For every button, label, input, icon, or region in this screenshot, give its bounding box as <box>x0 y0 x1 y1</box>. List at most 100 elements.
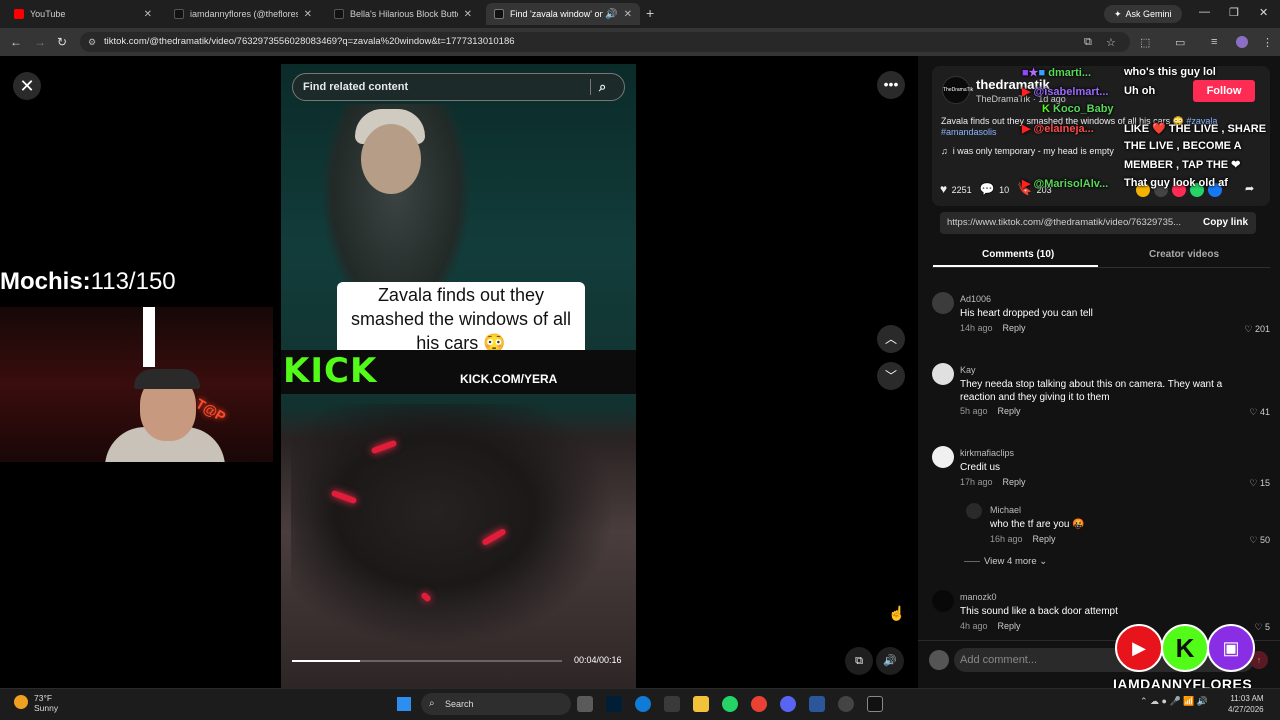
comment-username[interactable]: Ad1006 <box>960 294 991 304</box>
restore-icon[interactable]: ❐ <box>1229 6 1239 19</box>
taskbar-clock[interactable]: 11:03 AM 4/27/2026 <box>1228 693 1264 715</box>
music-title: i was only temporary - my head is empty <box>952 146 1114 156</box>
address-bar[interactable]: ⚙ tiktok.com/@thedramatik/video/76329735… <box>80 32 1130 52</box>
commenter-avatar[interactable] <box>932 446 954 468</box>
system-tray[interactable]: ⌃ ☁ ● 🎤 📶 🔊 <box>1140 696 1208 707</box>
commenter-avatar[interactable] <box>932 292 954 314</box>
copy-link-button[interactable]: Copy link <box>1203 217 1248 228</box>
comment-button[interactable]: 💬 10 <box>980 182 1009 196</box>
comment-like-button[interactable]: ♡ 41 <box>1249 407 1270 418</box>
weather-widget[interactable]: 73°F Sunny <box>14 693 58 713</box>
tab-iamdannyflores[interactable]: iamdannyflores (@thefloresrep ✕ <box>166 3 320 25</box>
like-button[interactable]: ♥ 2251 <box>940 182 972 196</box>
comment-username[interactable]: manozk0 <box>960 592 997 602</box>
reply-item: Michael who the tf are you 🤬 16h ago Repl… <box>966 503 1270 549</box>
ask-gemini-button[interactable]: ✦ Ask Gemini <box>1104 5 1182 23</box>
word-icon[interactable] <box>809 696 825 712</box>
tab-title: YouTube <box>30 9 66 19</box>
view-more-replies-button[interactable]: View 4 more ⌄ <box>964 556 1047 567</box>
chat-username: Koco_Baby <box>1053 103 1114 115</box>
forward-icon[interactable]: → <box>34 35 46 49</box>
minimize-icon[interactable]: — <box>1199 6 1210 18</box>
task-view-icon[interactable] <box>577 696 593 712</box>
comment-like-button[interactable]: ♡ 50 <box>1249 535 1270 546</box>
new-tab-button[interactable]: + <box>646 5 654 21</box>
post-music[interactable]: ♫ i was only temporary - my head is empt… <box>941 146 1114 156</box>
comment-meta: 4h ago Reply <box>960 621 1021 631</box>
related-search-input[interactable]: Find related content ⌕ <box>292 73 625 101</box>
file-explorer-icon[interactable] <box>693 696 709 712</box>
floating-player-button[interactable]: ⧉ <box>845 647 873 675</box>
tiktok-app-icon[interactable] <box>867 696 883 712</box>
next-video-button[interactable]: ﹀ <box>877 362 905 390</box>
taskbar-search[interactable]: ⌕ Search <box>421 693 571 715</box>
extensions-icon[interactable]: ⬚ <box>1140 36 1150 49</box>
search-icon: ⌕ <box>429 698 435 709</box>
heart-icon: ♥ <box>940 182 948 196</box>
commenter-avatar[interactable] <box>966 503 982 519</box>
reply-button[interactable]: Reply <box>998 621 1021 631</box>
chrome-icon[interactable] <box>751 696 767 712</box>
split-view-icon[interactable]: ▭ <box>1175 36 1185 49</box>
tab-creator-videos[interactable]: Creator videos <box>1149 249 1219 260</box>
comment-like-button[interactable]: ♡ 5 <box>1254 622 1270 633</box>
comment-item: Ad1006 His heart dropped you can tell 14… <box>932 292 1270 338</box>
streamer-webcam: T@P <box>0 307 273 462</box>
comment-username[interactable]: Michael <box>990 505 1021 515</box>
back-icon[interactable]: ← <box>10 35 22 49</box>
close-video-button[interactable]: ✕ <box>13 72 41 100</box>
search-icon[interactable]: ⌕ <box>599 74 606 100</box>
edge-icon[interactable] <box>635 696 651 712</box>
commenter-avatar[interactable] <box>932 363 954 385</box>
more-options-button[interactable]: ••• <box>877 71 905 99</box>
speaker-icon[interactable]: 🔊 <box>605 9 617 20</box>
site-info-icon[interactable]: ⚙ <box>88 32 96 52</box>
previous-video-button[interactable]: ︿ <box>877 325 905 353</box>
comment-like-button[interactable]: ♡ 201 <box>1244 324 1270 335</box>
comment-age: 5h ago <box>960 406 988 416</box>
install-app-icon[interactable]: ⧉ <box>1084 36 1092 49</box>
share-icon[interactable]: ➦ <box>1245 182 1254 195</box>
tab-comments[interactable]: Comments (10) <box>982 249 1054 260</box>
reply-button[interactable]: Reply <box>1033 534 1056 544</box>
tab-tiktok-search[interactable]: Find 'zavala window' on Tik 🔊 ✕ <box>486 3 640 25</box>
store-icon[interactable] <box>664 696 680 712</box>
close-tab-icon[interactable]: ✕ <box>304 9 312 20</box>
mouse-cursor-icon: ☝ <box>888 605 906 621</box>
obs-icon[interactable] <box>838 696 854 712</box>
reload-icon[interactable]: ↻ <box>57 35 67 49</box>
windows-start-icon[interactable] <box>397 697 411 711</box>
bookmark-star-icon[interactable]: ☆ <box>1106 36 1116 49</box>
photoshop-icon[interactable] <box>606 696 622 712</box>
social-badges: ▶ K ▣ <box>1115 624 1255 672</box>
close-tab-icon[interactable]: ✕ <box>624 9 632 20</box>
comment-age: 17h ago <box>960 477 993 487</box>
volume-button[interactable]: 🔊 <box>876 647 904 675</box>
close-tab-icon[interactable]: ✕ <box>464 9 472 20</box>
close-window-icon[interactable]: ✕ <box>1259 6 1268 19</box>
chat-username: @MarisolAlv... <box>1033 178 1109 190</box>
tab-youtube[interactable]: YouTube ✕ <box>6 3 160 25</box>
media-controls-icon[interactable]: ≡ <box>1211 36 1217 48</box>
hashtag-amandasolis[interactable]: #amandasolis <box>941 127 997 137</box>
discord-icon[interactable] <box>780 696 796 712</box>
follow-button[interactable]: Follow <box>1193 80 1255 102</box>
reply-button[interactable]: Reply <box>998 406 1021 416</box>
chat-message: THE LIVE , BECOME A <box>1124 140 1242 152</box>
menu-dots-icon[interactable]: ⋮ <box>1262 36 1273 49</box>
comment-like-button[interactable]: ♡ 15 <box>1249 478 1270 489</box>
comment-username[interactable]: Kay <box>960 365 976 375</box>
reply-button[interactable]: Reply <box>1003 323 1026 333</box>
close-tab-icon[interactable]: ✕ <box>144 9 152 20</box>
commenter-avatar[interactable] <box>932 590 954 612</box>
reply-button[interactable]: Reply <box>1003 477 1026 487</box>
creator-avatar[interactable]: TheDramaTik <box>942 76 973 104</box>
whatsapp-icon[interactable] <box>722 696 738 712</box>
tab-bella[interactable]: Bella's Hilarious Block Button M ✕ <box>326 3 480 25</box>
chat-user-1: ■★■ dmarti... <box>1022 66 1091 79</box>
gemini-icon: ✦ <box>1114 8 1122 19</box>
comment-username[interactable]: kirkmafiaclips <box>960 448 1014 458</box>
comment-like-count: 15 <box>1259 478 1270 488</box>
profile-avatar[interactable] <box>1236 36 1248 48</box>
video-progress-bar[interactable] <box>292 660 562 662</box>
